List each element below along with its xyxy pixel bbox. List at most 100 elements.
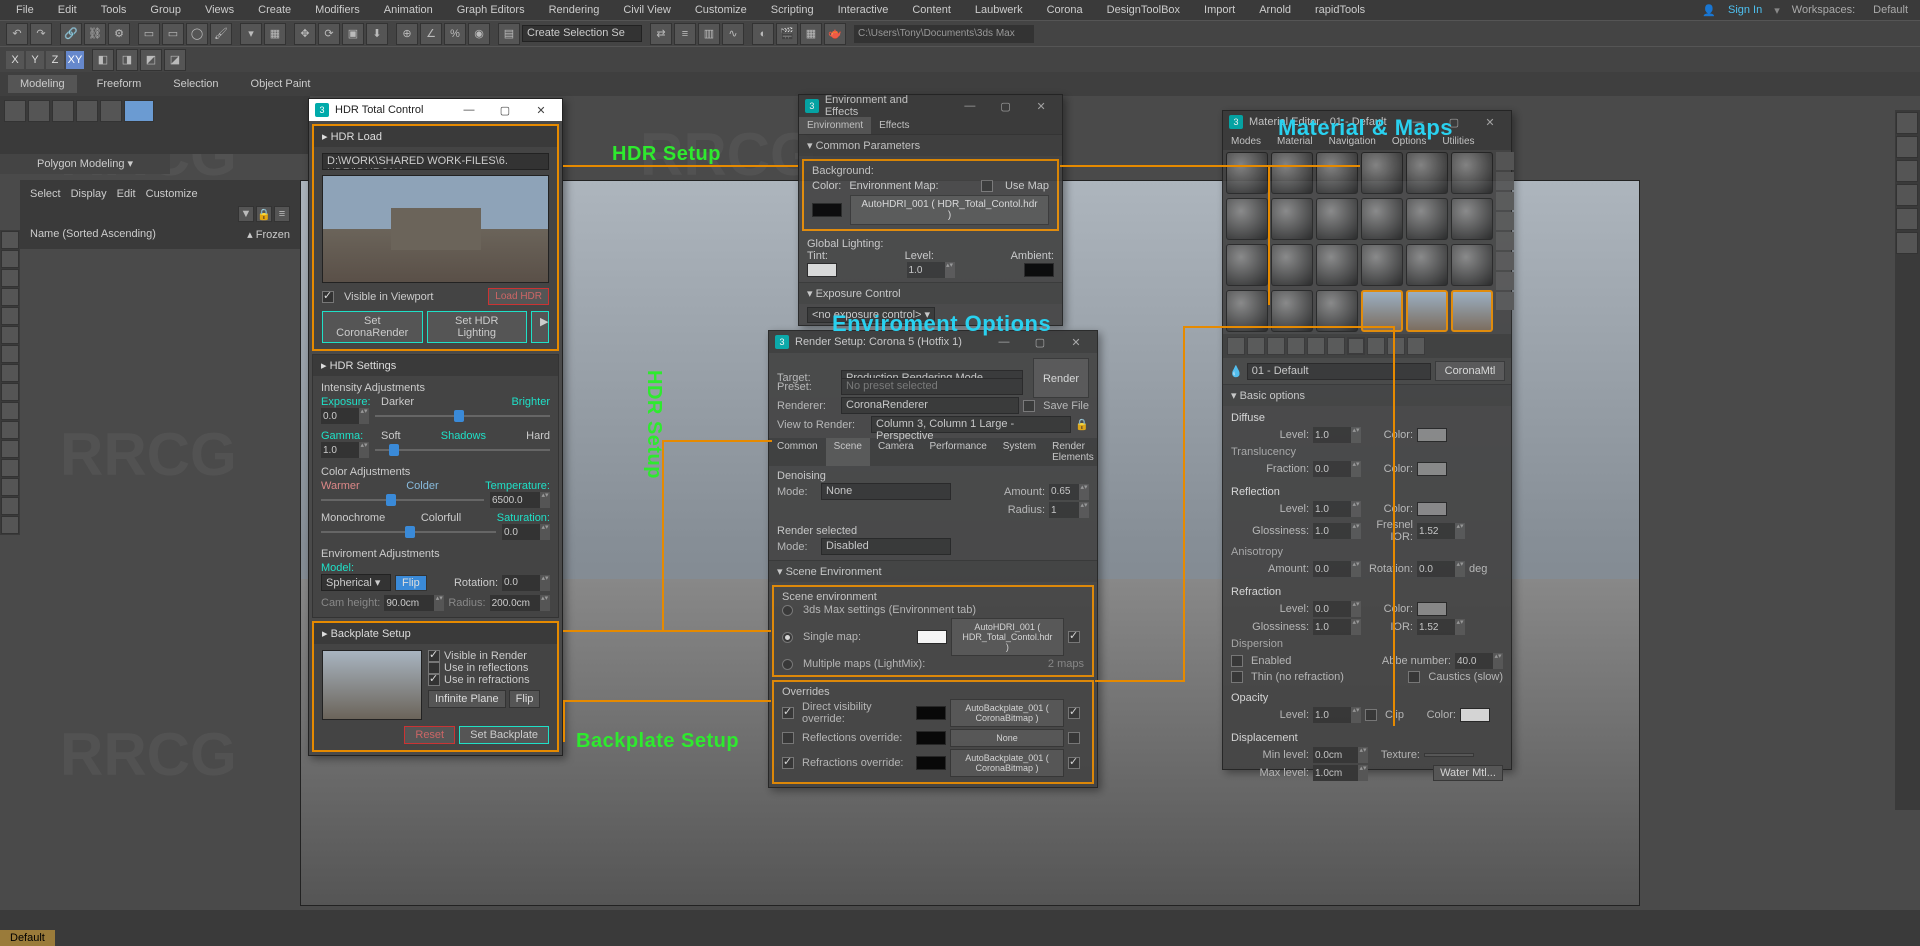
saturation-slider[interactable] (321, 524, 496, 540)
mat-menu-modes[interactable]: Modes (1223, 133, 1269, 150)
menu-views[interactable]: Views (195, 2, 244, 18)
tool-icon[interactable]: ◪ (164, 49, 186, 71)
refr-over-button[interactable]: AutoBackplate_001 ( CoronaBitmap ) (950, 749, 1064, 777)
env-tab-effects[interactable]: Effects (871, 117, 917, 134)
direct-vis-swatch[interactable] (916, 706, 946, 720)
diffuse-level-spinner[interactable] (1313, 430, 1351, 441)
menu-rendering[interactable]: Rendering (539, 2, 610, 18)
close-icon[interactable]: ✕ (1061, 336, 1091, 349)
maximize-icon[interactable]: ▢ (991, 100, 1021, 113)
mat-slot[interactable] (1271, 152, 1313, 194)
render-button[interactable]: Render (1033, 358, 1089, 398)
refr-color-swatch[interactable] (1417, 602, 1447, 616)
refr-over-check[interactable] (782, 757, 794, 769)
unlink-icon[interactable]: ⛓ (84, 23, 106, 45)
tab-render-elements[interactable]: Render Elements (1044, 438, 1102, 466)
menu-grapheditors[interactable]: Graph Editors (447, 2, 535, 18)
diffuse-color-swatch[interactable] (1417, 428, 1447, 442)
mat-slot[interactable] (1316, 152, 1358, 194)
aniso-rotation-spinner[interactable] (1417, 564, 1455, 575)
mat-tool-icon[interactable] (1496, 232, 1514, 250)
refl-over-button[interactable]: None (950, 729, 1064, 747)
se-tab-customize[interactable]: Customize (146, 188, 198, 200)
pick-icon[interactable]: 💧 (1229, 365, 1243, 378)
caustics-check[interactable] (1408, 671, 1420, 683)
cp-motion-icon[interactable] (1896, 184, 1918, 206)
mat-slot[interactable] (1406, 198, 1448, 240)
menu-edit[interactable]: Edit (48, 2, 87, 18)
hdr-path-field[interactable]: D:\WORK\SHARED WORK-FILES\6. HDRI\DURONA… (322, 153, 549, 170)
usemap-checkbox[interactable] (981, 180, 993, 192)
undo-icon[interactable]: ↶ (6, 23, 28, 45)
menu-file[interactable]: File (6, 2, 44, 18)
set-hdr-lighting-button[interactable]: Set HDR Lighting (427, 311, 528, 343)
texture-button[interactable] (1424, 753, 1474, 757)
translucency-spinner[interactable] (1313, 464, 1351, 475)
mat-slot[interactable] (1271, 244, 1313, 286)
mat-slot[interactable] (1451, 244, 1493, 286)
tab-system[interactable]: System (995, 438, 1044, 466)
maximize-icon[interactable]: ▢ (490, 104, 520, 117)
project-path[interactable]: C:\Users\Tony\Documents\3ds Max 2020 (854, 25, 1034, 43)
menu-import[interactable]: Import (1194, 2, 1245, 18)
hdr-load-header[interactable]: ▸ HDR Load (314, 126, 557, 147)
mat-slot[interactable] (1226, 244, 1268, 286)
mat-slot[interactable] (1451, 198, 1493, 240)
layer-icon[interactable]: ▥ (698, 23, 720, 45)
place-icon[interactable]: ⬇ (366, 23, 388, 45)
scene-env-header[interactable]: ▾ Scene Environment (769, 561, 1097, 582)
mat-tool-icon[interactable] (1496, 152, 1514, 170)
filter-shape-icon[interactable] (1, 269, 19, 287)
mat-slot[interactable] (1361, 244, 1403, 286)
direct-vis-check[interactable] (782, 707, 794, 719)
tab-camera[interactable]: Camera (870, 438, 922, 466)
ribbon-btn[interactable] (28, 100, 50, 122)
tool-icon[interactable]: ◨ (116, 49, 138, 71)
close-icon[interactable]: ✕ (1026, 100, 1056, 113)
direct-vis-button[interactable]: AutoBackplate_001 ( CoronaBitmap ) (950, 699, 1064, 727)
refl-over-check[interactable] (782, 732, 794, 744)
level-spinner[interactable] (907, 265, 945, 276)
denoise-mode-select[interactable]: None (821, 483, 951, 500)
water-mtl-button[interactable]: Water Mtl... (1433, 765, 1503, 781)
mirror-icon[interactable]: ⇄ (650, 23, 672, 45)
filter-helper-icon[interactable] (1, 326, 19, 344)
redo-icon[interactable]: ↷ (30, 23, 52, 45)
filter-space-icon[interactable] (1, 345, 19, 363)
link-icon[interactable]: 🔗 (60, 23, 82, 45)
mat-slot[interactable] (1271, 198, 1313, 240)
play-icon[interactable]: ▶ (531, 311, 549, 343)
selection-set-dropdown[interactable]: Create Selection Se (522, 25, 642, 42)
mat-tool-icon[interactable] (1227, 337, 1245, 355)
window-cross-icon[interactable]: ▦ (264, 23, 286, 45)
se-tab-display[interactable]: Display (71, 188, 107, 200)
preset-select[interactable]: No preset selected (841, 378, 1023, 395)
single-map-button[interactable]: AutoHDRI_001 ( HDR_Total_Contol.hdr ) (951, 618, 1064, 656)
angle-snap-icon[interactable]: ∠ (420, 23, 442, 45)
snap-icon[interactable]: ⊕ (396, 23, 418, 45)
camheight-spinner[interactable] (384, 598, 434, 609)
tool-icon[interactable]: ◧ (92, 49, 114, 71)
refl-gloss-spinner[interactable] (1313, 526, 1351, 537)
ribbon-btn[interactable] (52, 100, 74, 122)
filter-geo-icon[interactable] (1, 250, 19, 268)
rotation-spinner[interactable] (502, 577, 540, 588)
visible-render-checkbox[interactable] (428, 650, 440, 662)
menu-designtoolbox[interactable]: DesignToolBox (1097, 2, 1190, 18)
set-backplate-button[interactable]: Set Backplate (459, 726, 549, 744)
menu-corona[interactable]: Corona (1037, 2, 1093, 18)
ribbon-btn[interactable] (76, 100, 98, 122)
mat-tool-icon[interactable] (1307, 337, 1325, 355)
ribbon-tab-selection[interactable]: Selection (161, 75, 230, 93)
infinite-plane-button[interactable]: Infinite Plane (428, 690, 506, 708)
move-icon[interactable]: ✥ (294, 23, 316, 45)
view-select[interactable]: Column 3, Column 1 Large - Perspective (871, 416, 1071, 433)
list-icon[interactable]: ≡ (274, 206, 290, 222)
single-map-swatch[interactable] (917, 630, 947, 644)
maximize-icon[interactable]: ▢ (1025, 336, 1055, 349)
tab-common[interactable]: Common (769, 438, 826, 466)
rendersel-mode-select[interactable]: Disabled (821, 538, 951, 555)
signin-link[interactable]: Sign In (1722, 2, 1768, 18)
temperature-spinner[interactable] (490, 495, 540, 506)
mat-tool-icon[interactable] (1267, 337, 1285, 355)
